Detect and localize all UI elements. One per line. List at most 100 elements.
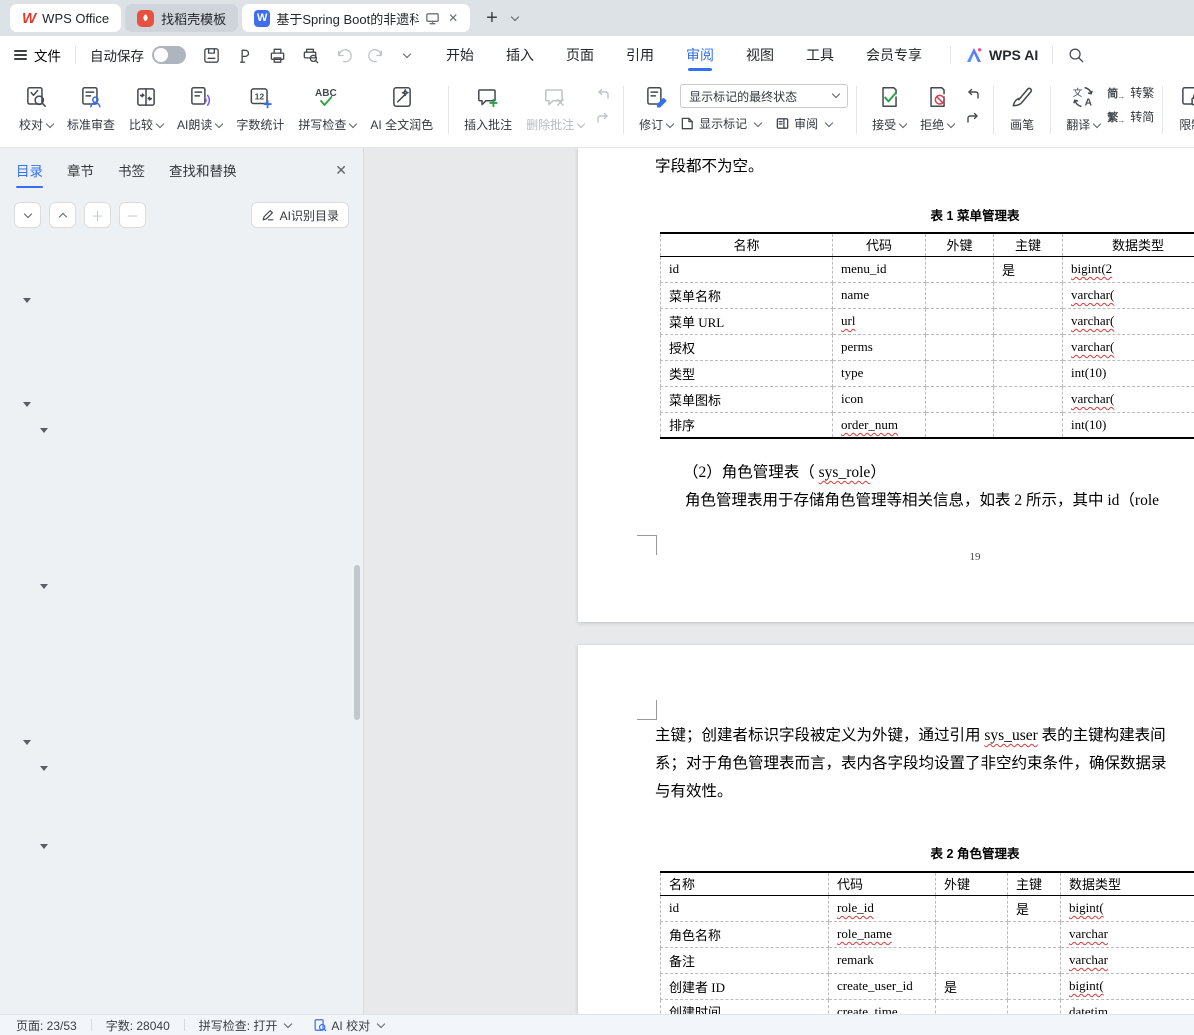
toc-collapse-arrow-icon[interactable] bbox=[23, 298, 31, 303]
toc-item[interactable]: 4.1 系统功能结构设计 bbox=[0, 314, 363, 340]
restrict-editing-button[interactable]: 限制 bbox=[1171, 74, 1194, 133]
review-pane-button[interactable]: 审阅 bbox=[775, 115, 834, 132]
toc-expand-down-button[interactable] bbox=[14, 202, 41, 228]
toc-collapse-arrow-icon[interactable] bbox=[23, 402, 31, 407]
close-tab-icon[interactable]: ✕ bbox=[448, 11, 458, 25]
print-preview-icon[interactable] bbox=[301, 46, 320, 65]
ai-proofread-status[interactable]: AI 校对 bbox=[313, 1017, 386, 1034]
toc-item[interactable]: 6.1.2 项目技术架构 bbox=[0, 808, 363, 834]
toc-collapse-up-button[interactable] bbox=[49, 202, 76, 228]
previous-revision-icon[interactable] bbox=[961, 85, 985, 103]
next-revision-icon[interactable] bbox=[961, 109, 985, 127]
toc-item[interactable]: 6 系统实现 bbox=[0, 730, 363, 756]
monitor-icon[interactable] bbox=[425, 11, 440, 26]
sidebar-tab[interactable]: 目录 bbox=[16, 160, 43, 188]
toc-item[interactable]: 4 概要设计 bbox=[0, 288, 363, 314]
sidebar-tab[interactable]: 书签 bbox=[118, 160, 145, 188]
toc-item[interactable]: 5.1.5 我的模块操作流程 bbox=[0, 548, 363, 574]
toc-collapse-arrow-icon[interactable] bbox=[40, 428, 48, 433]
ai-recognize-toc-button[interactable]: AI识别目录 bbox=[250, 202, 349, 228]
save-icon[interactable] bbox=[202, 46, 221, 65]
document-page-19[interactable]: 字段都不为空。 表 1 菜单管理表 名称 代码 外键 主键 数据类型 id menu_id 是… bbox=[578, 148, 1194, 622]
menu-tab[interactable]: 视图 bbox=[744, 37, 776, 73]
toc-item[interactable]: 6.1.1 核心开发技术介绍 bbox=[0, 782, 363, 808]
menu-tab[interactable]: 会员专享 bbox=[864, 37, 924, 73]
toc-item[interactable]: 5.2.5用户中心模块操作流程 bbox=[0, 704, 363, 730]
document-page-20[interactable]: 主键；创建者标识字段被定义为外键，通过引用 sys_user 表的主键构建表间 … bbox=[578, 645, 1194, 1014]
spellcheck-status[interactable]: 拼写检查: 打开 bbox=[199, 1017, 293, 1034]
toc-item[interactable]: 5.1 小程序端详细设计 bbox=[0, 418, 363, 444]
new-tab-button[interactable]: + bbox=[486, 7, 498, 30]
toc-item[interactable]: 5.1.2 非遗信息模块操作流程 bbox=[0, 470, 363, 496]
menu-tab[interactable]: 审阅 bbox=[684, 37, 716, 73]
ai-polish-button[interactable]: AI 全文润色 bbox=[363, 74, 440, 133]
reject-revision-button[interactable]: 拒绝 bbox=[913, 74, 961, 133]
menu-tab[interactable]: 页面 bbox=[564, 37, 596, 73]
toc-item[interactable]: 参考文献 bbox=[0, 938, 363, 964]
toc-item[interactable]: 5.2 系统管理端详细设计 bbox=[0, 574, 363, 600]
toc-item[interactable]: 本科毕业论文(设计)成绩评定表 bbox=[0, 990, 363, 1016]
accept-revision-button[interactable]: 接受 bbox=[865, 74, 913, 133]
simplified-to-traditional-button[interactable]: 简→ 转繁 bbox=[1107, 84, 1154, 101]
toc-item[interactable]: 7 结语 bbox=[0, 912, 363, 938]
translate-button[interactable]: 文A 翻译 bbox=[1059, 74, 1107, 133]
autosave-toggle[interactable] bbox=[152, 46, 186, 64]
export-pdf-icon[interactable] bbox=[235, 46, 254, 65]
table-cell bbox=[993, 359, 1063, 387]
spellcheck-button[interactable]: ABC 拼写检查 bbox=[291, 74, 363, 133]
toc-collapse-arrow-icon[interactable] bbox=[40, 844, 48, 849]
toc-collapse-arrow-icon[interactable] bbox=[23, 740, 31, 745]
print-icon[interactable] bbox=[268, 46, 287, 65]
toc-item[interactable]: 5.2.2交流社区模块操作流程 bbox=[0, 626, 363, 652]
ai-read-aloud-button[interactable]: AI朗读 bbox=[170, 74, 229, 133]
menu-tab[interactable]: 开始 bbox=[444, 37, 476, 73]
toc-item[interactable]: 5.1.3 交流中心模块操作流程 bbox=[0, 496, 363, 522]
toc-collapse-arrow-icon[interactable] bbox=[40, 584, 48, 589]
docer-template-tab[interactable]: 找稻壳模板 bbox=[125, 4, 239, 32]
divider bbox=[623, 86, 625, 134]
toc-item[interactable]: 6.1 软件开发说明 bbox=[0, 756, 363, 782]
undo-redo-chevron-icon[interactable] bbox=[402, 49, 412, 59]
traditional-to-simplified-button[interactable]: 繁→ 转简 bbox=[1107, 108, 1154, 125]
toc-item[interactable]: 5.1.1 系统首页模块操作流程 bbox=[0, 444, 363, 470]
proofread-button[interactable]: 校对 bbox=[12, 74, 60, 133]
toc-item[interactable]: 5.2.4非遗活动模块操作流程 bbox=[0, 678, 363, 704]
brush-button[interactable]: 画笔 bbox=[1002, 74, 1042, 133]
toc-item[interactable]: 6.2.1 小程序端 bbox=[0, 860, 363, 886]
wps-ai-button[interactable]: WPS AI bbox=[965, 46, 1038, 64]
app-tab[interactable]: W WPS Office bbox=[10, 4, 122, 32]
markup-state-dropdown[interactable]: 显示标记的最终状态 bbox=[680, 84, 849, 108]
toc-collapse-arrow-icon[interactable] bbox=[40, 766, 48, 771]
toc-item[interactable]: 4.2 功能模块设计 bbox=[0, 340, 363, 366]
sidebar-tab[interactable]: 章节 bbox=[67, 160, 94, 188]
toc-item[interactable]: 致 谢 bbox=[0, 964, 363, 990]
sidebar-scrollbar-thumb[interactable] bbox=[354, 565, 360, 720]
toc-item[interactable]: 5详细设计 bbox=[0, 392, 363, 418]
toc-item[interactable]: 3.3.2 系统安全 bbox=[0, 262, 363, 288]
show-markup-button[interactable]: 显示标记 bbox=[680, 115, 763, 132]
sidebar-close-icon[interactable]: ✕ bbox=[335, 162, 347, 179]
insert-comment-button[interactable]: 插入批注 bbox=[457, 74, 519, 133]
compare-button[interactable]: 比较 bbox=[122, 74, 170, 133]
toc-item[interactable]: 4.3 数据库设计 bbox=[0, 366, 363, 392]
tab-list-chevron-icon[interactable] bbox=[510, 12, 520, 22]
table-cell: 类型 bbox=[660, 359, 833, 387]
toc-item[interactable]: 5.2.1非遗内容模块操作流程 bbox=[0, 600, 363, 626]
toc-item[interactable]: 6.2.2 系统管理端 bbox=[0, 886, 363, 912]
track-changes-button[interactable]: 修订 bbox=[632, 74, 680, 133]
menu-tab[interactable]: 工具 bbox=[804, 37, 836, 73]
divider bbox=[1050, 86, 1052, 134]
sidebar-tab[interactable]: 查找和替换 bbox=[169, 160, 237, 188]
search-icon[interactable] bbox=[1067, 46, 1085, 64]
menu-tab[interactable]: 插入 bbox=[504, 37, 536, 73]
toc-item[interactable]: 5.2.3智能客服管理模块操作流程 bbox=[0, 652, 363, 678]
toc-item[interactable]: 6.2 操作系统界面和功能实现 bbox=[0, 834, 363, 860]
toc-item[interactable]: 5.1.4 非遗解答模块操作流程 bbox=[0, 522, 363, 548]
document-tab[interactable]: W 基于Spring Boot的非遗科普 ✕ bbox=[242, 4, 471, 32]
file-menu-button[interactable]: 文件 bbox=[14, 45, 61, 65]
standard-review-button[interactable]: 标准审查 bbox=[60, 74, 122, 133]
menu-tab[interactable]: 引用 bbox=[624, 37, 656, 73]
svg-text:A: A bbox=[1085, 98, 1093, 109]
word-count-button[interactable]: 12 字数统计 bbox=[229, 74, 291, 133]
toc-item[interactable]: 3.3.1 用户体验 bbox=[0, 236, 363, 262]
